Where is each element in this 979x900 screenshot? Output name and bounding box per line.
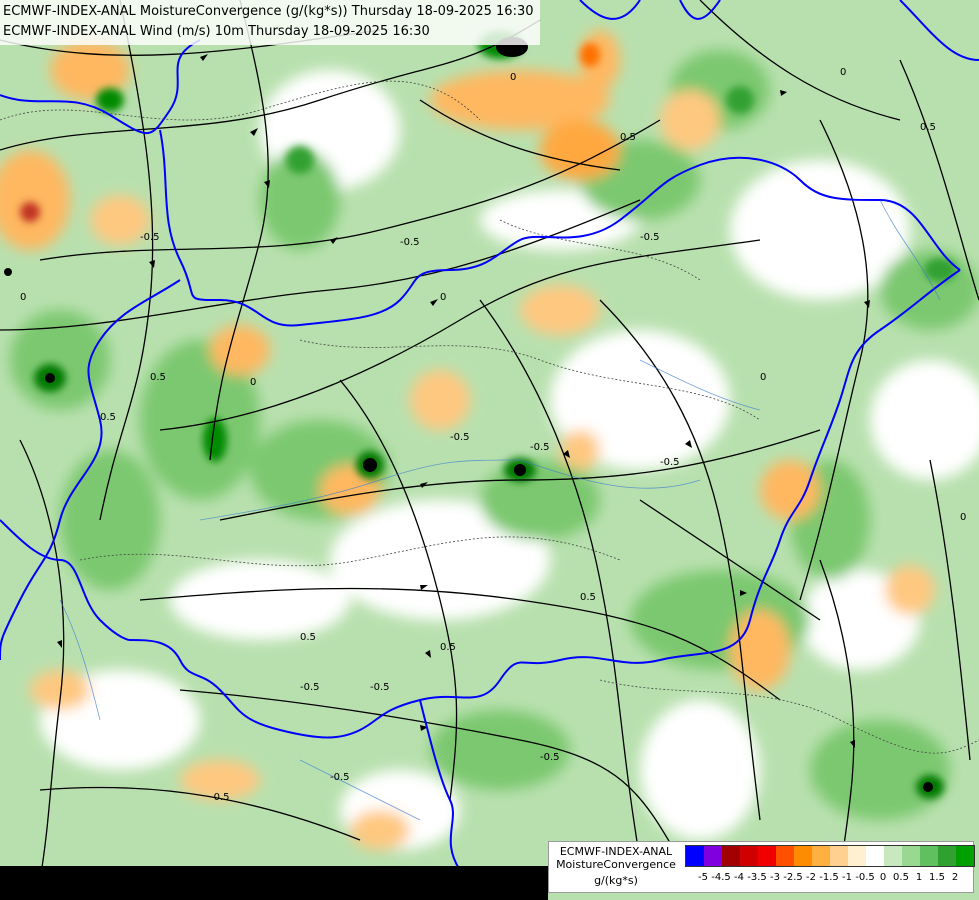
legend-title-parameter: MoistureConvergence: [556, 858, 676, 871]
legend-title-model: ECMWF-INDEX-ANAL: [559, 845, 673, 858]
contour-label: 0.5: [440, 642, 456, 653]
contour-label: 0.5: [920, 122, 936, 133]
legend-swatch: [740, 846, 758, 866]
contour-label: 0: [440, 292, 446, 303]
contour-label: -0.5: [300, 682, 320, 693]
contour-label: 0: [760, 372, 766, 383]
legend-tick-label: -3.5: [747, 872, 767, 883]
legend-tick-label: 1.5: [929, 872, 945, 883]
legend-swatch: [830, 846, 848, 866]
contour-label: -0.5: [530, 442, 550, 453]
contour-label: -0.5: [540, 752, 560, 763]
contour-label: -0.5: [660, 457, 680, 468]
bottom-black-bar: [0, 866, 548, 900]
contour-label: -0.5: [370, 682, 390, 693]
title-line-wind: ECMWF-INDEX-ANAL Wind (m/s) 10m Thursday…: [3, 24, 430, 39]
title-line-moisture: ECMWF-INDEX-ANAL MoistureConvergence (g/…: [3, 4, 534, 19]
legend-tick-label: -1: [842, 872, 852, 883]
legend-tick-label: -4.5: [711, 872, 731, 883]
contour-label: 0: [510, 72, 516, 83]
legend-swatch: [902, 846, 920, 866]
legend-swatch: [884, 846, 902, 866]
legend: ECMWF-INDEX-ANAL MoistureConvergence g/(…: [548, 841, 975, 893]
legend-tick-label: -2.5: [783, 872, 803, 883]
title-box: ECMWF-INDEX-ANAL MoistureConvergence (g/…: [0, 0, 540, 45]
legend-tick-label: -4: [734, 872, 744, 883]
contour-label: 0.5: [150, 372, 166, 383]
contour-label: -0.5: [210, 792, 230, 803]
contour-label: 0: [960, 512, 966, 523]
legend-tick-label: 0.5: [893, 872, 909, 883]
contour-label: 0.5: [300, 632, 316, 643]
contour-label: -0.5: [450, 432, 470, 443]
contour-label: 0.5: [620, 132, 636, 143]
legend-swatch: [758, 846, 776, 866]
contour-label: 0.5: [580, 592, 596, 603]
weather-map: -0.5 -0.5 -0.5 -0.5 -0.5 -0.5 -0.5 -0.5 -0.5 -0.5…: [0, 0, 979, 900]
legend-tick-label: -0.5: [855, 872, 875, 883]
contour-label: -0.5: [330, 772, 350, 783]
legend-swatch: [956, 846, 974, 866]
contour-label: 0.5: [100, 412, 116, 423]
legend-swatch: [920, 846, 938, 866]
legend-swatch: [722, 846, 740, 866]
legend-tick-label: 0: [879, 872, 887, 883]
legend-tick-labels: -5 -4.5 -4 -3.5 -3 -2.5 -2 -1.5 -1 -0.5 0 0.5 1 1.5 2: [685, 872, 973, 886]
legend-tick-label: -5: [698, 872, 708, 883]
legend-tick-label: -1.5: [819, 872, 839, 883]
legend-color-scale: [685, 845, 975, 867]
legend-tick-label: -3: [770, 872, 780, 883]
legend-swatch: [776, 846, 794, 866]
contour-label: -0.5: [400, 237, 420, 248]
contour-label: -0.5: [640, 232, 660, 243]
contour-label: -0.5: [140, 232, 160, 243]
legend-swatch: [704, 846, 722, 866]
legend-unit: g/(kg*s): [594, 874, 638, 887]
legend-tick-label: 2: [951, 872, 959, 883]
legend-swatch: [866, 846, 884, 866]
legend-swatch: [794, 846, 812, 866]
contour-label: 0: [20, 292, 26, 303]
legend-swatch: [938, 846, 956, 866]
contour-label: 0: [840, 67, 846, 78]
legend-swatch: [812, 846, 830, 866]
legend-tick-label: 1: [915, 872, 923, 883]
contour-label: 0: [250, 377, 256, 388]
map-canvas: -0.5 -0.5 -0.5 -0.5 -0.5 -0.5 -0.5 -0.5 -0.5 -0.5…: [0, 0, 979, 900]
legend-tick-label: -2: [806, 872, 816, 883]
legend-swatch: [848, 846, 866, 866]
legend-swatch: [686, 846, 704, 866]
